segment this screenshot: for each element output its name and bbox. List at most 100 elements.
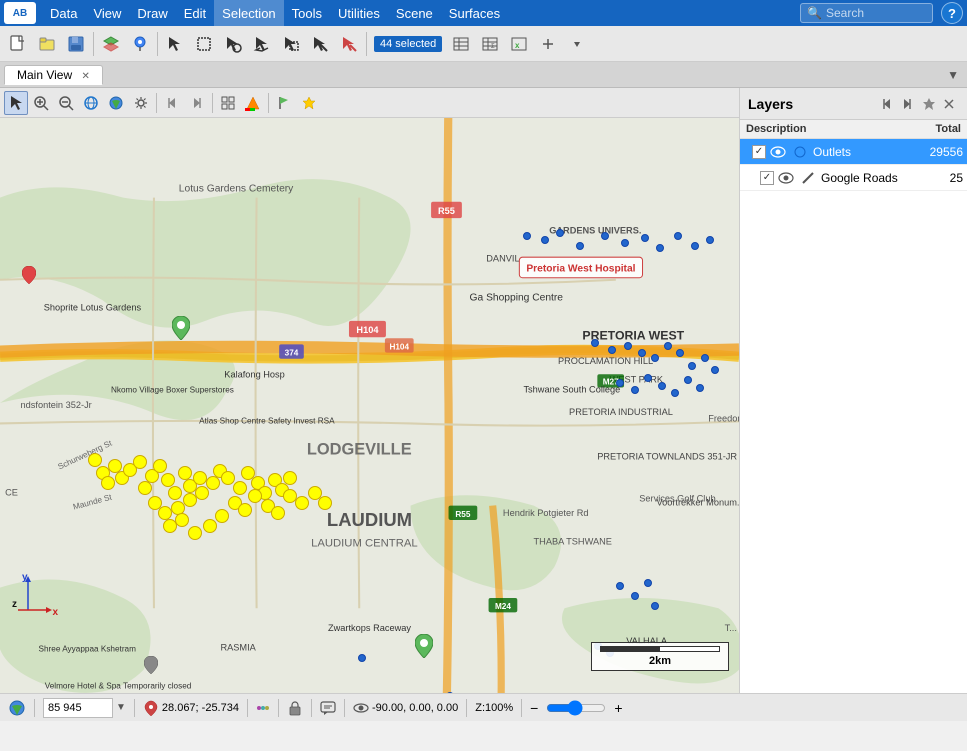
outlet-dot[interactable]	[656, 244, 664, 252]
menu-data[interactable]: Data	[42, 0, 85, 26]
selected-outlet-dot[interactable]	[318, 496, 332, 510]
layers-nav-prev[interactable]	[877, 94, 897, 114]
menu-edit[interactable]: Edit	[176, 0, 214, 26]
world-status-button[interactable]	[8, 699, 26, 717]
selected-outlet-dot[interactable]	[161, 473, 175, 487]
layer-row-google-roads[interactable]: Google Roads 25	[740, 165, 967, 191]
selected-outlet-dot[interactable]	[283, 471, 297, 485]
zoom-minus-button[interactable]: −	[530, 700, 538, 716]
outlet-dot[interactable]	[624, 342, 632, 350]
outlet-dot[interactable]	[616, 582, 624, 590]
outlet-dot[interactable]	[601, 232, 609, 240]
selected-outlet-dot[interactable]	[178, 466, 192, 480]
selected-outlet-dot[interactable]	[153, 459, 167, 473]
select-tool-button[interactable]	[161, 30, 189, 58]
selected-outlet-dot[interactable]	[133, 455, 147, 469]
grid-button[interactable]	[216, 91, 240, 115]
layer-toggle-button[interactable]	[97, 30, 125, 58]
menu-draw[interactable]: Draw	[129, 0, 175, 26]
layer-visibility-outlets[interactable]	[769, 143, 787, 161]
layers-pin-button[interactable]	[919, 94, 939, 114]
zoom-slider[interactable]	[546, 701, 606, 715]
outlet-dot[interactable]	[711, 366, 719, 374]
layer-check-roads[interactable]	[760, 171, 774, 185]
map-area[interactable]: R55 H104 H104 374 GARDENS UNIVERS. DANVI…	[0, 88, 739, 693]
outlet-dot[interactable]	[631, 386, 639, 394]
outlet-dot[interactable]	[691, 242, 699, 250]
selected-outlet-dot[interactable]	[101, 476, 115, 490]
lock-status[interactable]	[287, 700, 303, 716]
outlet-dot[interactable]	[671, 389, 679, 397]
menu-tools[interactable]: Tools	[284, 0, 330, 26]
layer-visibility-roads[interactable]	[777, 169, 795, 187]
layer-check-outlets[interactable]	[752, 145, 766, 159]
selected-outlet-dot[interactable]	[271, 506, 285, 520]
selected-outlet-dot[interactable]	[295, 496, 309, 510]
map-container[interactable]: R55 H104 H104 374 GARDENS UNIVERS. DANVI…	[0, 118, 739, 693]
selected-outlet-dot[interactable]	[175, 513, 189, 527]
outlet-dot[interactable]	[641, 234, 649, 242]
google-maps-button[interactable]	[126, 30, 154, 58]
globe-button[interactable]	[79, 91, 103, 115]
outlet-dot[interactable]	[706, 236, 714, 244]
selected-outlet-dot[interactable]	[88, 453, 102, 467]
selected-outlet-dot[interactable]	[215, 509, 229, 523]
tab-dropdown-button[interactable]: ▼	[943, 66, 963, 84]
select-rect-button[interactable]	[190, 30, 218, 58]
outlet-dot[interactable]	[523, 232, 531, 240]
outlet-dot[interactable]	[651, 602, 659, 610]
selected-outlet-dot[interactable]	[206, 476, 220, 490]
outlet-dot[interactable]	[631, 592, 639, 600]
scale-selector[interactable]: ▼	[43, 698, 126, 718]
tab-close-icon[interactable]: ✕	[81, 71, 89, 82]
scale-dropdown-arrow[interactable]: ▼	[116, 702, 126, 713]
outlet-dot[interactable]	[674, 232, 682, 240]
select-radius-button[interactable]	[277, 30, 305, 58]
outlet-dot[interactable]	[591, 339, 599, 347]
selected-outlet-dot[interactable]	[221, 471, 235, 485]
color-picker-button[interactable]	[241, 91, 265, 115]
outlet-dot[interactable]	[651, 354, 659, 362]
open-button[interactable]	[33, 30, 61, 58]
selected-outlet-dot[interactable]	[188, 526, 202, 540]
outlet-dot[interactable]	[358, 654, 366, 662]
outlet-dot[interactable]	[446, 692, 454, 693]
selected-outlet-dot[interactable]	[168, 486, 182, 500]
selected-outlet-dot[interactable]	[138, 481, 152, 495]
table-button[interactable]	[447, 30, 475, 58]
zoom-plus-button[interactable]: +	[614, 700, 622, 716]
selected-outlet-dot[interactable]	[203, 519, 217, 533]
layers-close-button[interactable]	[939, 94, 959, 114]
select-circle-button[interactable]	[219, 30, 247, 58]
selected-outlet-dot[interactable]	[195, 486, 209, 500]
outlet-dot[interactable]	[556, 229, 564, 237]
selected-outlet-dot[interactable]	[158, 506, 172, 520]
nav-back-button[interactable]	[160, 91, 184, 115]
menu-selection[interactable]: Selection	[214, 0, 283, 26]
selected-outlet-dot[interactable]	[193, 471, 207, 485]
menu-view[interactable]: View	[85, 0, 129, 26]
pin-button[interactable]	[297, 91, 321, 115]
outlet-dot[interactable]	[684, 376, 692, 384]
search-input[interactable]	[826, 6, 926, 20]
outlet-dot[interactable]	[608, 346, 616, 354]
outlet-dot[interactable]	[664, 342, 672, 350]
dropdown-button[interactable]	[563, 30, 591, 58]
selected-outlet-dot[interactable]	[238, 503, 252, 517]
layer-row-outlets[interactable]: Outlets 29556	[740, 139, 967, 165]
menu-utilities[interactable]: Utilities	[330, 0, 388, 26]
settings-button[interactable]	[129, 91, 153, 115]
chat-status[interactable]	[320, 700, 336, 716]
select-touch-button[interactable]	[306, 30, 334, 58]
outlet-dot[interactable]	[676, 349, 684, 357]
new-button[interactable]	[4, 30, 32, 58]
outlet-dot[interactable]	[621, 239, 629, 247]
scale-input[interactable]	[43, 698, 113, 718]
export-button[interactable]: x	[505, 30, 533, 58]
outlet-dot[interactable]	[644, 374, 652, 382]
arrow-select-button[interactable]	[4, 91, 28, 115]
zoom-in-button[interactable]	[29, 91, 53, 115]
selected-outlet-dot[interactable]	[233, 481, 247, 495]
stats-button[interactable]: Σ	[476, 30, 504, 58]
outlet-dot[interactable]	[701, 354, 709, 362]
